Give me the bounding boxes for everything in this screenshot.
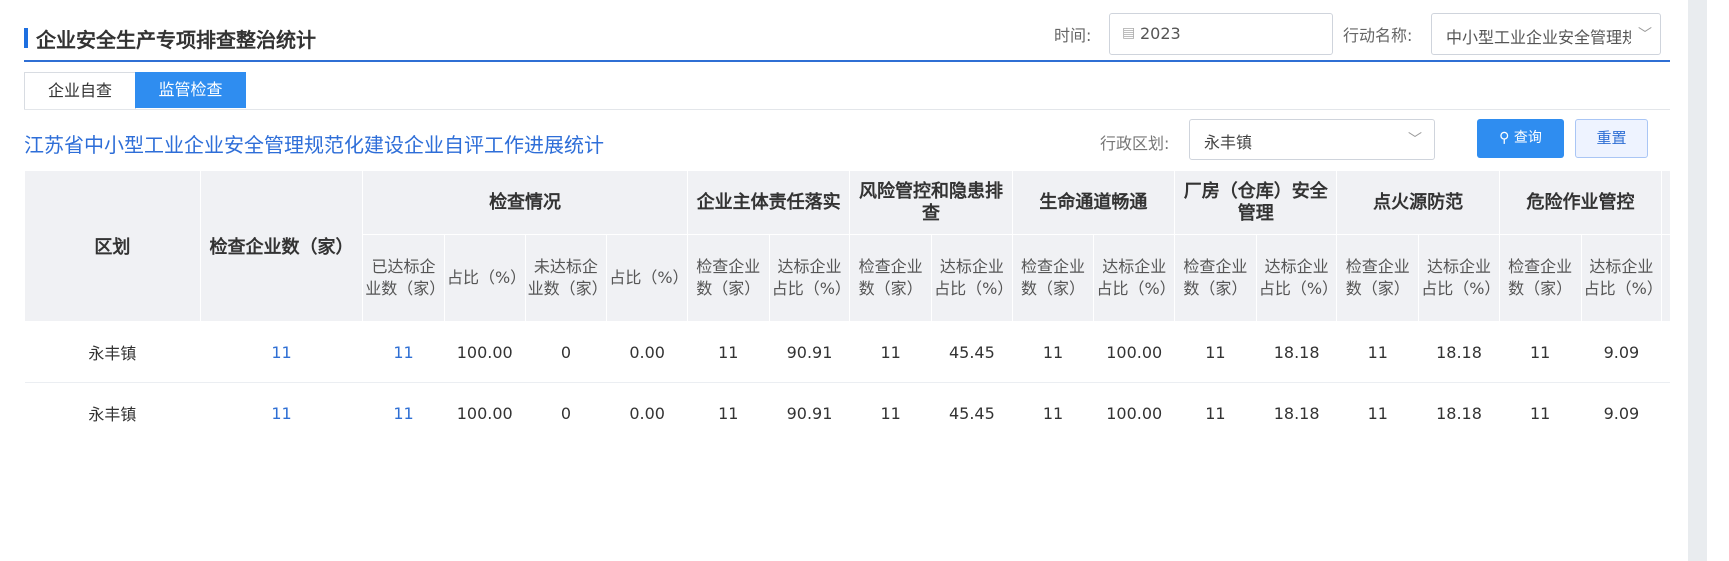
- stats-table-container[interactable]: 区划 检查企业数（家） 检查情况 企业主体责任落实 风险管控和隐患排查 生命通道…: [24, 170, 1670, 440]
- table-cell: 0: [525, 382, 607, 440]
- tab-bar: 企业自查 监管检查: [24, 72, 1670, 110]
- table-cell: 45.45: [931, 321, 1013, 383]
- table-cell: 11: [1499, 321, 1582, 383]
- action-label: 行动名称:: [1343, 26, 1413, 45]
- table-cell: 9.09: [1581, 382, 1662, 440]
- header-sub: 达标企业占比（%）: [931, 234, 1013, 322]
- header-sub: 已达标企业数（家）: [362, 234, 445, 322]
- table-row: 永丰镇 11 11 100.00 0 0.00 11 90.91 11 45.4…: [24, 382, 1670, 440]
- query-button[interactable]: ⚲ 查询: [1477, 119, 1564, 158]
- table-cell: 18.18: [1418, 321, 1500, 383]
- table-cell: 90.91: [769, 321, 850, 383]
- table-cell: 45.45: [931, 382, 1013, 440]
- cell-district: 永丰镇: [24, 382, 201, 440]
- query-button-label: 查询: [1513, 130, 1542, 146]
- region-label: 行政区划:: [1100, 134, 1170, 153]
- table-cell: 11: [1174, 321, 1257, 383]
- tab-self-check[interactable]: 企业自查: [24, 72, 136, 109]
- chevron-down-icon: ﹀: [1408, 132, 1422, 148]
- table-cell: [1661, 321, 1670, 383]
- cell-check-count-link[interactable]: 11: [200, 321, 363, 383]
- header-sub: 达标企业占比（%）: [1580, 234, 1663, 322]
- table-cell: 100.00: [1093, 382, 1175, 440]
- time-label: 时间:: [1054, 26, 1092, 45]
- search-icon: ⚲: [1499, 130, 1510, 146]
- table-cell: 100.00: [444, 382, 526, 440]
- year-picker[interactable]: ▤ 2023: [1109, 13, 1333, 55]
- table-cell: 100.00: [444, 321, 526, 383]
- header-group-responsibility: 企业主体责任落实: [686, 170, 851, 235]
- table-cell: 18.18: [1256, 321, 1337, 383]
- header-sub: 达标企业占比（%）: [768, 234, 851, 322]
- header-sub: 检查企业数（家）: [1011, 234, 1095, 322]
- table-cell: 11: [1174, 382, 1257, 440]
- tab-supervision-check[interactable]: 监管检查: [135, 72, 246, 108]
- report-title: 江苏省中小型工业企业安全管理规范化建设企业自评工作进展统计: [24, 133, 604, 157]
- action-select[interactable]: 中小型工业企业安全管理规范化建设 ﹀: [1431, 13, 1661, 55]
- reset-button[interactable]: 重置: [1575, 119, 1648, 158]
- header-sub: 达标企业占比（%）: [1255, 234, 1338, 322]
- table-cell: 90.91: [769, 382, 850, 440]
- header-sub: 检: [1661, 234, 1670, 322]
- header-sub: 达标企业占比（%）: [1093, 234, 1176, 322]
- region-select[interactable]: 永丰镇 ﹀: [1189, 119, 1435, 160]
- header-sub: 检查企业数（家）: [686, 234, 770, 322]
- table-cell: 18.18: [1256, 382, 1337, 440]
- header-sub: 检查企业数（家）: [1498, 234, 1582, 322]
- table-cell: 11: [1499, 382, 1582, 440]
- cell-qualified-count-link[interactable]: 11: [362, 382, 445, 440]
- table-cell: 18.18: [1418, 382, 1500, 440]
- table-cell: 11: [1012, 382, 1094, 440]
- header-group-ignition-prevention: 点火源防范: [1336, 170, 1500, 235]
- title-accent-bar: [24, 28, 28, 48]
- table-cell: 11: [1336, 382, 1419, 440]
- table-cell: 11: [1012, 321, 1094, 383]
- table-cell: 11: [849, 382, 932, 440]
- table-cell: [1661, 382, 1670, 440]
- table-cell: 0.00: [606, 382, 688, 440]
- header-sub: 占比（%）: [443, 234, 526, 322]
- cell-check-count-link[interactable]: 11: [200, 382, 363, 440]
- header-sub: 检查企业数（家）: [1336, 234, 1420, 322]
- calendar-icon: ▤: [1122, 25, 1136, 41]
- header-group-life-passage: 生命通道畅通: [1011, 170, 1176, 235]
- header-sub: 检查企业数（家）: [849, 234, 933, 322]
- header-sub: 未达标企业数（家）: [524, 234, 608, 322]
- header-group-warehouse-safety: 厂房（仓库）安全管理: [1174, 170, 1338, 235]
- right-scrollbar-area: [1688, 0, 1707, 561]
- header-sub: 占比（%）: [606, 234, 689, 322]
- header-group-risk-control: 风险管控和隐患排查: [849, 170, 1013, 235]
- header-group-inspection: 检查情况: [362, 170, 688, 235]
- stats-table: 区划 检查企业数（家） 检查情况 企业主体责任落实 风险管控和隐患排查 生命通道…: [24, 170, 1670, 440]
- chevron-down-icon: ﹀: [1638, 27, 1652, 43]
- header-sub: 达标企业占比（%）: [1418, 234, 1500, 322]
- header-check-count: 检查企业数（家）: [199, 170, 364, 322]
- table-cell: 0: [525, 321, 607, 383]
- year-value: 2023: [1140, 24, 1181, 43]
- table-cell: 11: [687, 382, 770, 440]
- header-sub: 检查企业数（家）: [1174, 234, 1257, 322]
- table-cell: 11: [687, 321, 770, 383]
- page-title: 企业安全生产专项排查整治统计: [36, 28, 316, 52]
- region-value: 永丰镇: [1204, 133, 1253, 152]
- header-district: 区划: [24, 170, 201, 322]
- table-cell: 11: [1336, 321, 1419, 383]
- action-value: 中小型工业企业安全管理规范化建设: [1446, 28, 1631, 47]
- cell-qualified-count-link[interactable]: 11: [362, 321, 445, 383]
- table-cell: 9.09: [1581, 321, 1662, 383]
- page-header: 企业安全生产专项排查整治统计 时间: ▤ 2023 行动名称: 中小型工业企业安…: [24, 0, 1670, 62]
- table-cell: 0.00: [606, 321, 688, 383]
- header-group-hazardous-work: 危险作业管控: [1498, 170, 1663, 235]
- table-row: 永丰镇 11 11 100.00 0 0.00 11 90.91 11 45.4…: [24, 321, 1670, 383]
- header-group-overflow: [1661, 170, 1670, 235]
- table-cell: 100.00: [1093, 321, 1175, 383]
- table-cell: 11: [849, 321, 932, 383]
- cell-district: 永丰镇: [24, 321, 201, 383]
